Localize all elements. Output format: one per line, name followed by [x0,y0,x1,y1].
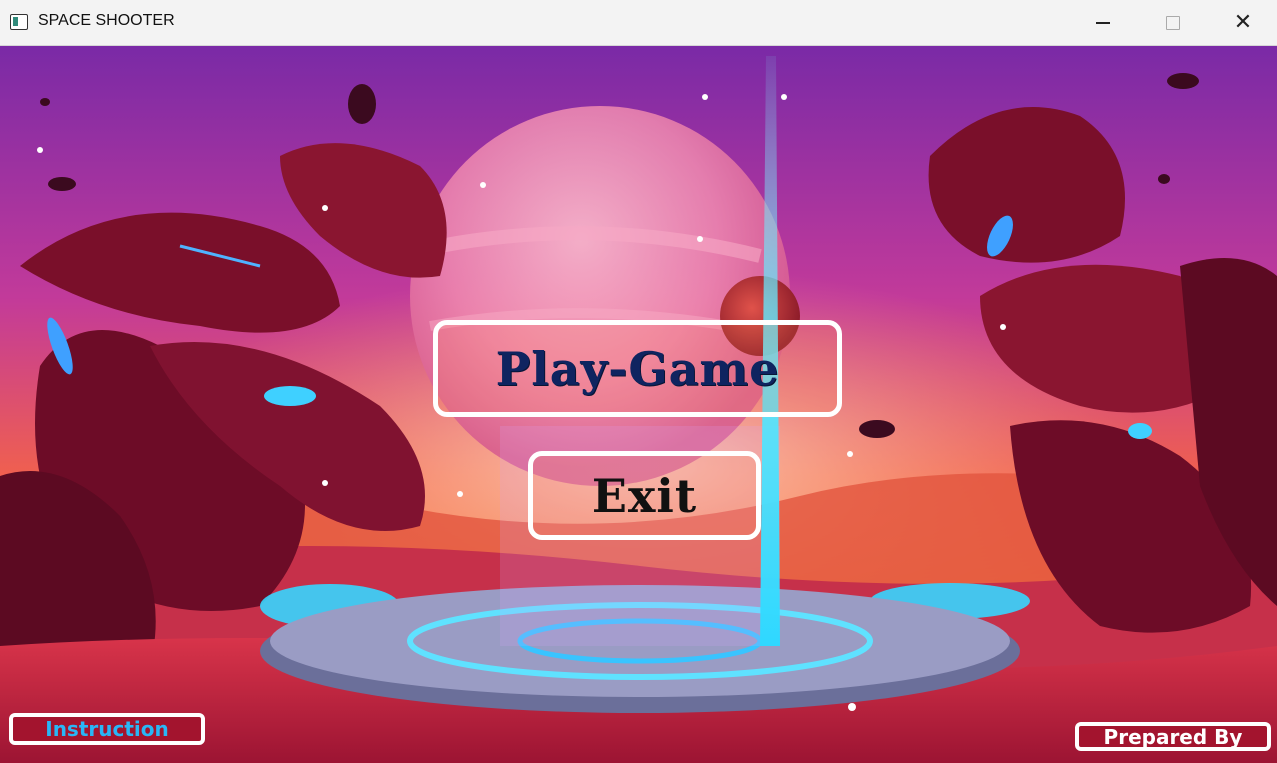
app-icon [10,14,28,30]
play-game-button[interactable]: Play-Game [433,320,842,417]
title-bar: SPACE SHOOTER ✕ [0,0,1277,46]
maximize-button[interactable] [1150,0,1196,46]
exit-label: Exit [591,468,698,523]
minimize-button[interactable] [1080,0,1126,46]
exit-button[interactable]: Exit [528,451,761,540]
maximize-icon [1166,16,1180,30]
instruction-button[interactable]: Instruction [9,713,205,745]
window-title: SPACE SHOOTER [38,12,175,29]
prepared-by-label: Prepared By [1103,724,1243,749]
close-icon: ✕ [1233,10,1253,35]
minimize-icon [1096,22,1110,24]
prepared-by-button[interactable]: Prepared By [1075,722,1271,751]
game-background: Play-Game Exit Instruction Prepared By [0,46,1277,763]
close-button[interactable]: ✕ [1220,0,1266,46]
instruction-label: Instruction [45,717,169,741]
play-game-label: Play-Game [495,341,780,396]
